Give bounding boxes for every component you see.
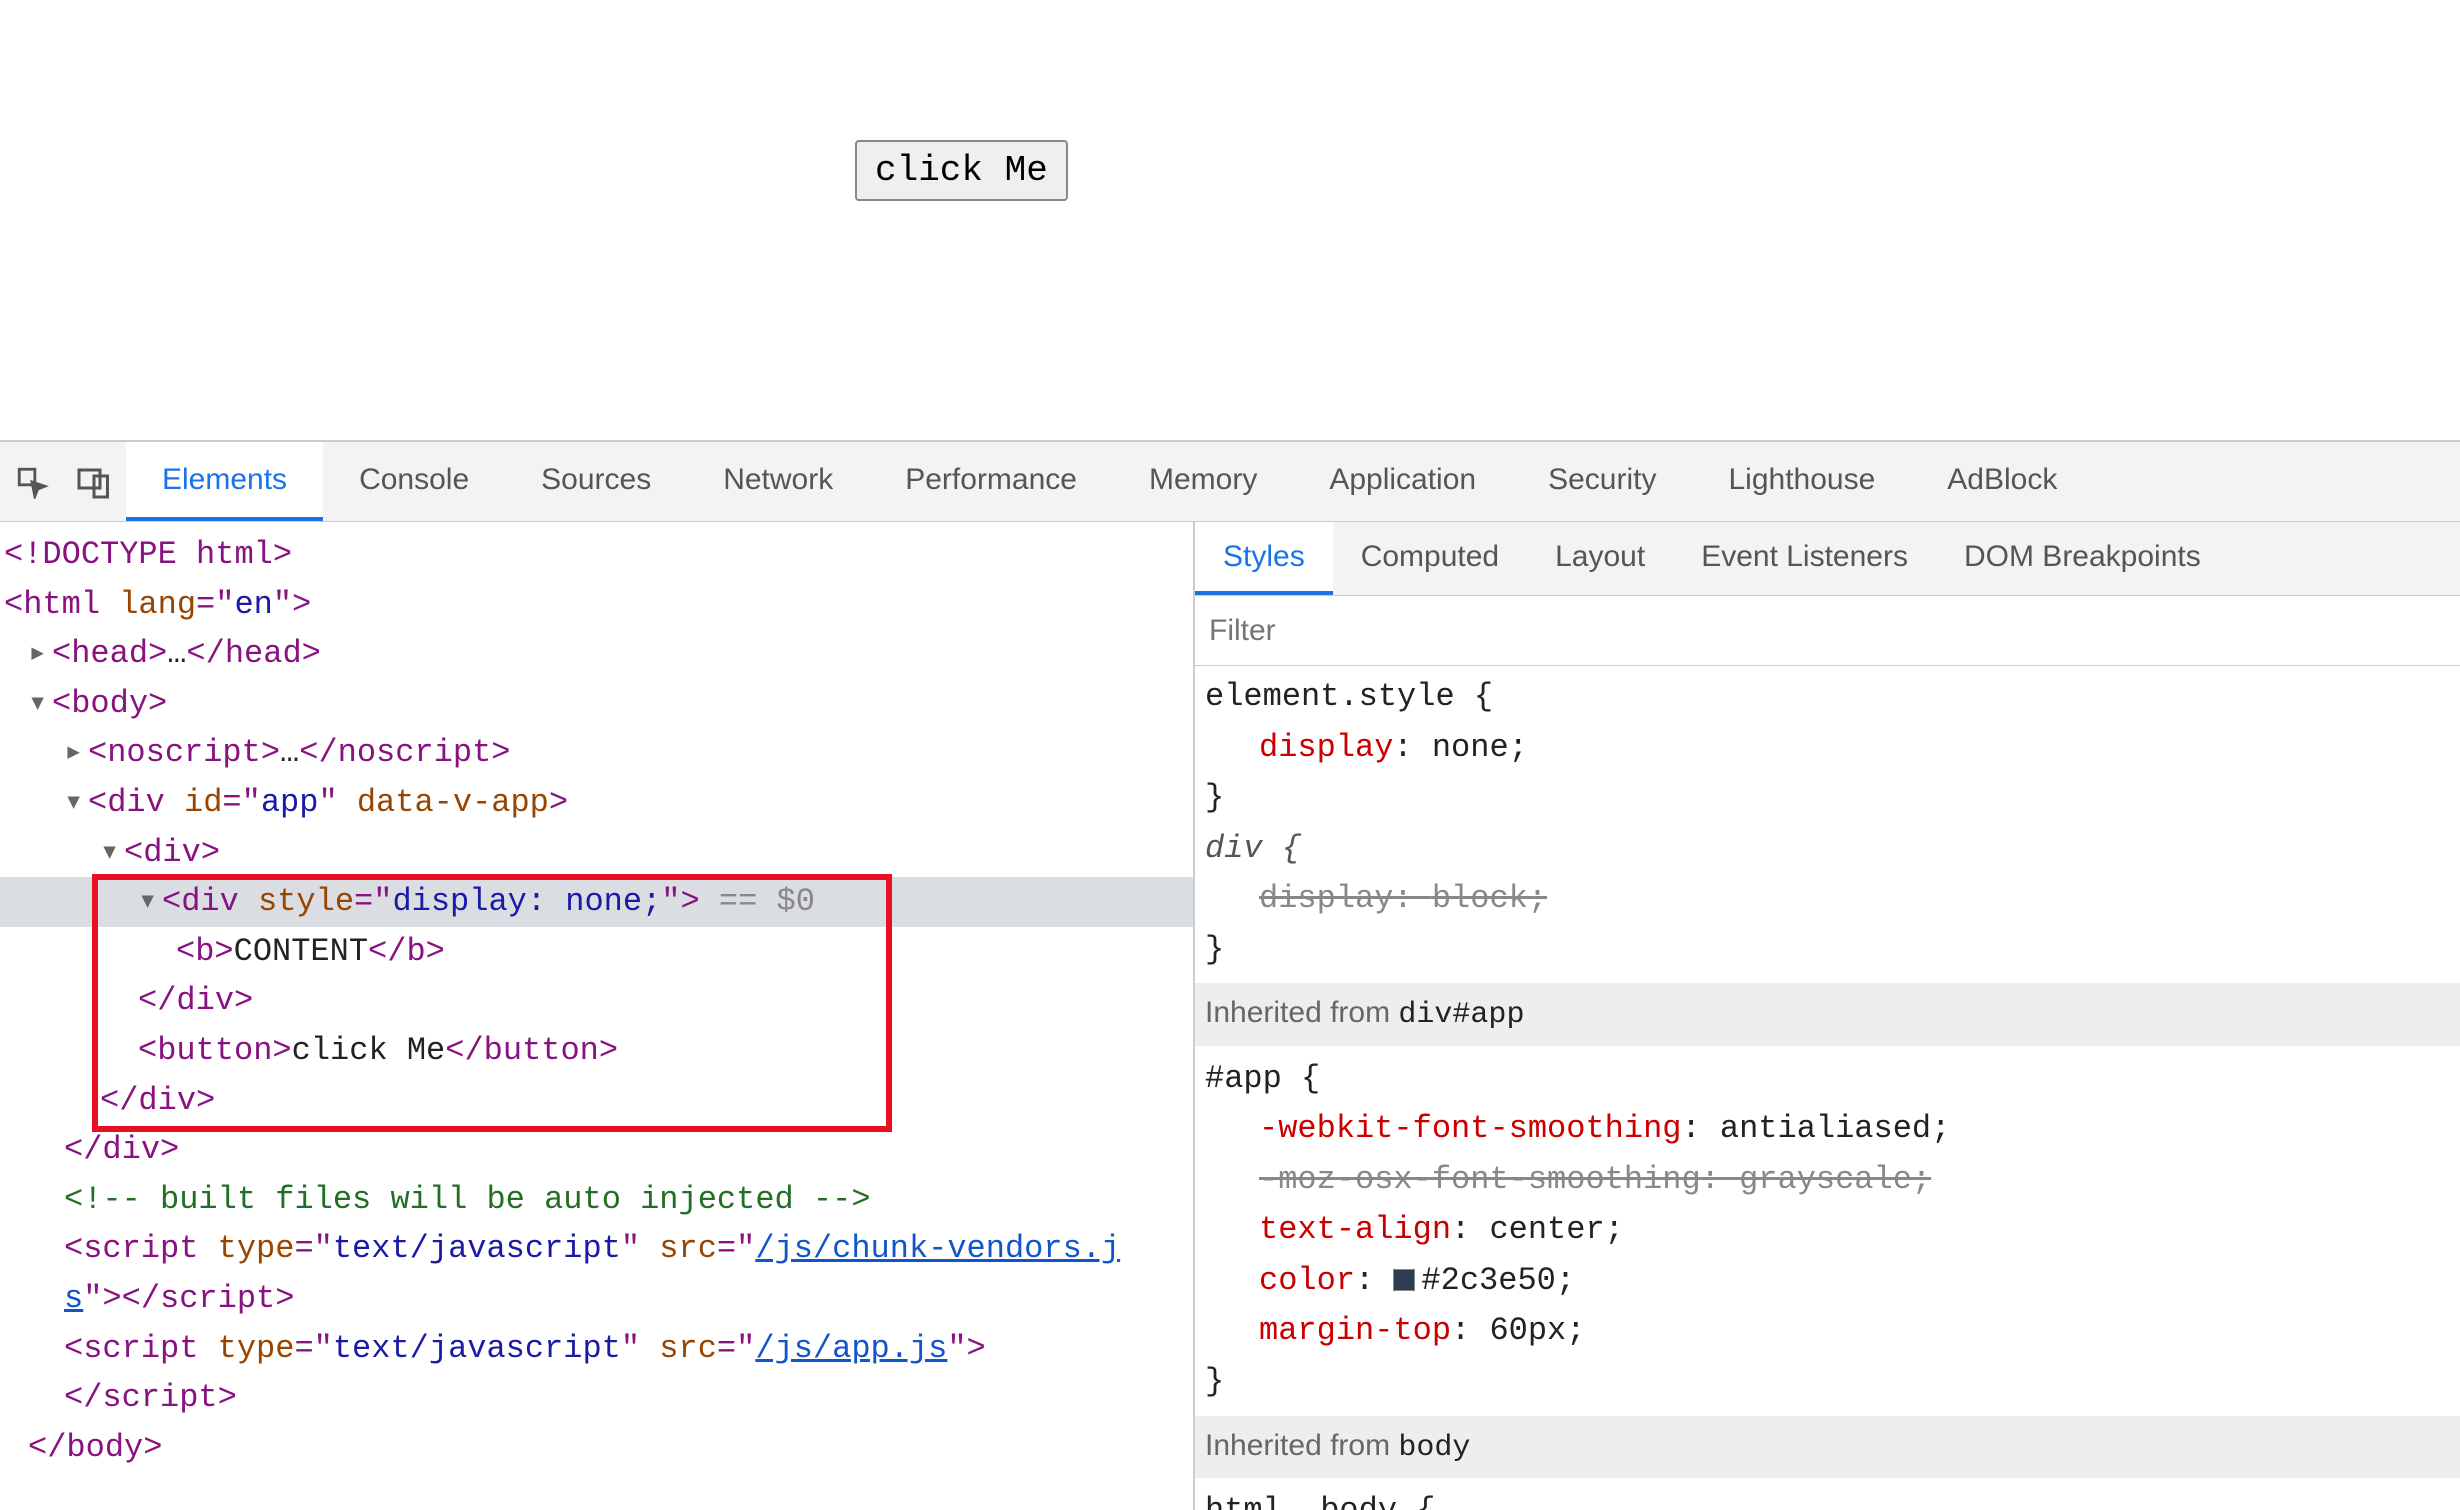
tab-computed[interactable]: Computed (1333, 522, 1527, 595)
tab-sources[interactable]: Sources (505, 442, 687, 521)
inherited-from-app: Inherited from div#app (1195, 983, 2460, 1045)
tab-adblock[interactable]: AdBlock (1911, 442, 2093, 521)
tab-lighthouse[interactable]: Lighthouse (1692, 442, 1911, 521)
click-me-button[interactable]: click Me (855, 140, 1068, 201)
rule-selector-element-style[interactable]: element.style { (1205, 678, 1493, 715)
elements-panel[interactable]: <!DOCTYPE html> <html lang="en"> ▸<head>… (0, 522, 1195, 1510)
expand-icon[interactable]: ▸ (28, 629, 52, 679)
color-chip-icon[interactable] (1393, 1269, 1415, 1291)
dom-head[interactable]: <head> (52, 635, 167, 672)
dom-html-open[interactable]: <html lang="en"> (4, 586, 311, 623)
devtools-main-tab-bar: Elements Console Sources Network Perform… (0, 442, 2460, 522)
collapse-icon[interactable]: ▾ (138, 877, 162, 927)
tab-event-listeners[interactable]: Event Listeners (1673, 522, 1936, 595)
rule-selector-html-body[interactable]: html, body { (1205, 1492, 1435, 1510)
dom-content-b[interactable]: <b>CONTENT</b> (0, 927, 1193, 977)
dom-script-close[interactable]: </script> (64, 1379, 237, 1416)
dom-inner-div[interactable]: <div> (124, 834, 220, 871)
rendered-page-viewport: click Me (0, 0, 2460, 440)
expand-icon[interactable]: ▸ (64, 728, 88, 778)
styles-filter-input[interactable] (1209, 614, 2446, 648)
styles-rules[interactable]: element.style { display: none; } div { d… (1195, 666, 2460, 1510)
rule-selector-div[interactable]: div { (1205, 830, 1301, 867)
styles-sub-tab-bar: Styles Computed Layout Event Listeners D… (1195, 522, 2460, 596)
tab-elements[interactable]: Elements (126, 442, 323, 521)
dom-close-div[interactable]: </div> (100, 1082, 215, 1119)
dom-noscript[interactable]: <noscript> (88, 734, 280, 771)
inherited-from-body: Inherited from body (1195, 1416, 2460, 1478)
dom-button-node[interactable]: <button>click Me</button> (0, 1026, 1193, 1076)
dom-selected-node[interactable]: ▾<div style="display: none;"> == $0 (0, 877, 1193, 927)
dom-body-close[interactable]: </body> (28, 1429, 162, 1466)
dom-body-open[interactable]: <body> (52, 685, 167, 722)
dom-script-1[interactable]: <script type="text/javascript" src="/js/… (0, 1224, 1193, 1274)
styles-panel: Styles Computed Layout Event Listeners D… (1195, 522, 2460, 1510)
collapse-icon[interactable]: ▾ (28, 679, 52, 729)
tab-security[interactable]: Security (1512, 442, 1692, 521)
tab-dom-breakpoints[interactable]: DOM Breakpoints (1936, 522, 2229, 595)
dom-tree[interactable]: <!DOCTYPE html> <html lang="en"> ▸<head>… (0, 522, 1193, 1472)
rule-selector-app[interactable]: #app { (1205, 1060, 1320, 1097)
tab-application[interactable]: Application (1293, 442, 1512, 521)
dom-script-1b[interactable]: s"></script> (0, 1274, 1193, 1324)
dom-doctype[interactable]: <!DOCTYPE html> (4, 536, 292, 573)
devtools: Elements Console Sources Network Perform… (0, 440, 2460, 1510)
collapse-icon[interactable]: ▾ (64, 778, 88, 828)
dom-script-2[interactable]: <script type="text/javascript" src="/js/… (0, 1324, 1193, 1374)
dom-close-div[interactable]: </div> (64, 1131, 179, 1168)
dom-comment[interactable]: <!-- built files will be auto injected -… (64, 1181, 871, 1218)
tab-console[interactable]: Console (323, 442, 505, 521)
tab-styles[interactable]: Styles (1195, 522, 1333, 595)
dom-app-div[interactable]: <div id="app" data-v-app> (88, 784, 568, 821)
device-toolbar-icon[interactable] (72, 460, 116, 504)
inspect-element-icon[interactable] (10, 460, 54, 504)
styles-filter-row (1195, 596, 2460, 666)
tab-memory[interactable]: Memory (1113, 442, 1293, 521)
collapse-icon[interactable]: ▾ (100, 828, 124, 878)
tab-performance[interactable]: Performance (869, 442, 1113, 521)
dom-close-div[interactable]: </div> (138, 982, 253, 1019)
tab-network[interactable]: Network (687, 442, 869, 521)
tab-layout[interactable]: Layout (1527, 522, 1673, 595)
